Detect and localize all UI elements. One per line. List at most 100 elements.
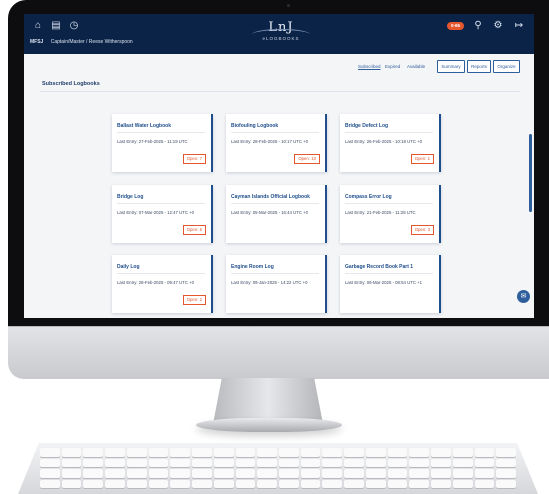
keyboard-key <box>474 469 495 478</box>
logbook-card[interactable]: Bridge Log Last Entry: 07-Mar-2025 - 12:… <box>112 185 213 243</box>
app-screen: ⌂ ▤ ◷ MFSJ Captain/Master / Reese Wither… <box>24 14 534 318</box>
keyboard-key <box>322 458 343 467</box>
home-icon[interactable]: ⌂ <box>32 20 44 32</box>
keyboard-key <box>409 448 430 457</box>
logbook-card[interactable]: Engine Room Log Last Entry: 09-Jan-2025 … <box>226 255 327 313</box>
keyboard-key <box>431 448 451 457</box>
keyboard-key <box>148 469 169 478</box>
history-icon[interactable]: ◷ <box>68 20 80 32</box>
notification-badge[interactable]: 0-66 <box>447 22 465 30</box>
keyboard-key <box>170 448 191 457</box>
card-divider <box>345 203 433 204</box>
search-icon[interactable]: ⚲ <box>472 20 484 32</box>
keyboard-key <box>126 448 147 457</box>
logbook-card[interactable]: Bridge Defect Log Last Entry: 26-Feb-202… <box>340 114 441 172</box>
keyboard-key <box>387 458 408 467</box>
keyboard-key <box>192 479 212 488</box>
filter-expired[interactable]: Expired <box>385 64 400 69</box>
keyboard-key <box>409 479 430 488</box>
logout-icon[interactable]: ↦ <box>513 20 525 32</box>
last-entry: Last Entry: 21-Feb-2025 - 11:28 UTC <box>345 210 416 215</box>
last-entry: Last Entry: 26-Feb-2025 - 10:18 UTC +0 <box>345 139 423 144</box>
reports-button[interactable]: Reports <box>467 60 491 73</box>
section-divider <box>40 91 520 92</box>
keyboard-key <box>83 479 104 488</box>
keyboard-key <box>344 479 364 488</box>
keyboard-key <box>235 479 256 488</box>
logbook-title: Ballast Water Logbook <box>117 123 171 129</box>
logbook-card[interactable]: Ballast Water Logbook Last Entry: 27-Feb… <box>112 114 213 172</box>
breadcrumb: MFSJ Captain/Master / Reese Witherspoon <box>30 39 133 45</box>
last-entry: Last Entry: 09-Jan-2025 - 14:22 UTC +0 <box>231 280 308 285</box>
card-divider <box>231 273 319 274</box>
card-divider <box>117 132 205 133</box>
filter-available[interactable]: Available <box>407 64 425 69</box>
keyboard-key <box>431 469 451 478</box>
card-divider <box>231 203 319 204</box>
chat-icon: ✉ <box>520 293 527 300</box>
organize-button[interactable]: Organize <box>493 60 520 73</box>
keyboard-key <box>496 469 516 478</box>
keyboard-key <box>496 448 516 457</box>
keyboard-key <box>192 469 212 478</box>
keyboard-key <box>61 448 82 457</box>
keyboard-key <box>40 479 60 488</box>
last-entry: Last Entry: 07-Mar-2025 - 12:47 UTC +0 <box>117 210 195 215</box>
logbook-card[interactable]: Biofouling Logbook Last Entry: 28-Feb-20… <box>226 114 327 172</box>
open-count-button[interactable]: Open: 3 <box>410 225 434 235</box>
keyboard-key <box>322 469 343 478</box>
keyboard-key <box>474 458 495 467</box>
logbook-title: Compass Error Log <box>345 194 392 200</box>
keyboard-key <box>365 469 386 478</box>
keyboard-key <box>452 469 473 478</box>
monitor-chin <box>8 326 549 379</box>
keyboard-key <box>257 469 277 478</box>
open-count-button[interactable]: Open: 7 <box>182 154 206 164</box>
keyboard-key <box>344 469 364 478</box>
keyboard-key <box>170 458 191 467</box>
logbook-card[interactable]: Cayman Islands Official Logbook Last Ent… <box>226 185 327 243</box>
keyboard-key <box>105 469 125 478</box>
last-entry: Last Entry: 05-Mar-2025 - 16:44 UTC +0 <box>231 210 309 215</box>
app-logo[interactable]: LnJ eLOGBOOKS <box>242 20 320 50</box>
summary-button[interactable]: Summary <box>437 60 465 73</box>
filter-subscribed[interactable]: Subscribed <box>358 64 381 69</box>
keyboard-key <box>278 448 299 457</box>
chat-button[interactable]: ✉ <box>517 290 530 303</box>
keyboard-key <box>235 469 256 478</box>
keyboard-key <box>322 448 343 457</box>
keyboard-key <box>496 479 516 488</box>
keyboard-key <box>387 448 408 457</box>
keyboard-key <box>278 479 299 488</box>
user-path: Captain/Master / Reese Witherspoon <box>50 39 133 45</box>
scrollbar[interactable] <box>529 134 532 212</box>
open-count-button[interactable]: Open: 10 <box>294 154 320 164</box>
keyboard-key <box>452 479 473 488</box>
keyboard-key <box>300 448 321 457</box>
logbook-card[interactable]: Compass Error Log Last Entry: 21-Feb-202… <box>340 185 441 243</box>
keyboard-key <box>365 448 386 457</box>
keyboard-key <box>496 458 516 467</box>
logbook-card[interactable]: Daily Log Last Entry: 28-Feb-2025 - 09:4… <box>112 255 213 313</box>
keyboard-key <box>365 479 386 488</box>
list-icon[interactable]: ▤ <box>50 20 62 32</box>
open-count-button[interactable]: Open: 5 <box>182 225 206 235</box>
keyboard-key <box>257 458 277 467</box>
keyboard-key <box>61 469 82 478</box>
keyboard-key <box>126 479 147 488</box>
logbook-title: Daily Log <box>117 264 140 270</box>
settings-icon[interactable]: ⚙ <box>492 20 504 32</box>
keyboard-key <box>387 469 408 478</box>
open-count-button[interactable]: Open: 1 <box>410 154 434 164</box>
logbook-card[interactable]: Garbage Record Book Part 1 Last Entry: 0… <box>340 255 441 313</box>
keyboard-key <box>170 469 191 478</box>
keyboard-key <box>257 448 277 457</box>
open-count-button[interactable]: Open: 2 <box>182 295 206 305</box>
keyboard-key <box>126 469 147 478</box>
keyboard-key <box>365 458 386 467</box>
keyboard-key <box>83 469 104 478</box>
card-divider <box>231 132 319 133</box>
vessel-code: MFSJ <box>30 39 44 45</box>
keyboard-key <box>148 458 169 467</box>
keyboard-key <box>235 458 256 467</box>
